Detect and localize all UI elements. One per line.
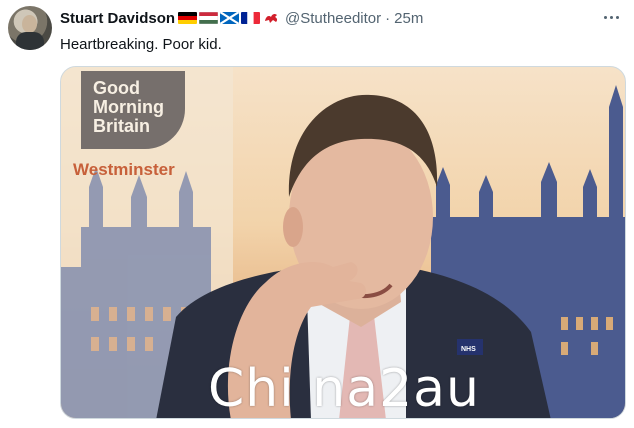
tweet-header: Stuart Davidson @Stutheeditor · 25m xyxy=(60,8,423,28)
more-dot xyxy=(603,15,607,19)
hungary-flag-icon xyxy=(199,12,219,24)
avatar-body xyxy=(16,32,44,50)
author-name[interactable]: Stuart Davidson xyxy=(60,10,175,27)
tweet: Stuart Davidson @Stutheeditor · 25m Hear… xyxy=(0,0,634,428)
author-handle[interactable]: @Stutheeditor xyxy=(285,10,381,27)
author-flags xyxy=(178,12,281,24)
france-flag-icon xyxy=(241,12,261,24)
germany-flag-icon xyxy=(178,12,198,24)
logo-line: Good xyxy=(93,78,140,98)
avatar-face xyxy=(22,15,37,33)
tweet-media-image[interactable]: Good Morning Britain Westminster NHS Chi… xyxy=(60,66,626,419)
watermark-text: Chi na2au xyxy=(208,359,480,419)
more-dot xyxy=(615,15,619,19)
wales-dragon-icon xyxy=(262,12,281,24)
separator-dot: · xyxy=(385,9,391,27)
scotland-flag-icon xyxy=(220,12,240,24)
lapel-badge: NHS xyxy=(461,346,476,353)
logo-line: Morning xyxy=(93,97,164,117)
more-options-icon[interactable] xyxy=(600,8,622,26)
more-dot xyxy=(609,15,613,19)
logo-line: Britain xyxy=(93,116,151,136)
tweet-timestamp[interactable]: 25m xyxy=(394,10,423,27)
location-caption: Westminster xyxy=(73,160,175,179)
author-avatar[interactable] xyxy=(8,6,52,50)
tweet-text: Heartbreaking. Poor kid. xyxy=(60,36,222,53)
good-morning-britain-logo: Good Morning Britain xyxy=(93,79,183,136)
